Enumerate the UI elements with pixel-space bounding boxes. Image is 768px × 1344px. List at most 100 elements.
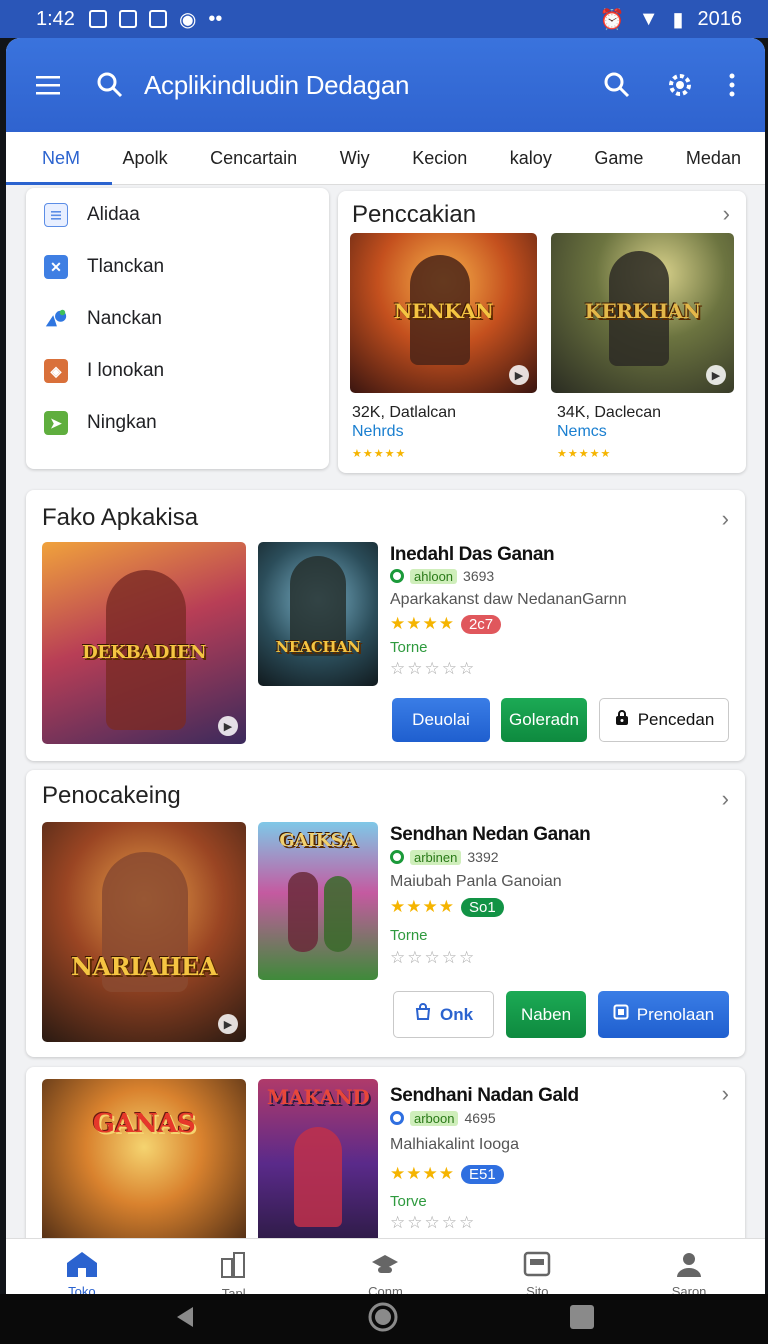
category-tabs: NeM Apolk Cencartain Wiy Kecion kaloy Ga…	[6, 132, 765, 185]
featured-game-card[interactable]: NENKAN ▶ 32K, Datlalcan Nehrds ★★★★★	[338, 231, 542, 473]
tab-kecion[interactable]: Kecion	[410, 132, 469, 185]
game-meta: 32K, Datlalcan	[352, 404, 457, 421]
app-description: Aparkakanst daw NedananGarnn	[390, 591, 627, 608]
download-button[interactable]: Deuolai	[392, 698, 490, 742]
rating-stars: ★★★★	[390, 1164, 455, 1183]
game-logo: NENKAN	[393, 299, 494, 323]
nav-item-toko[interactable]: Toko	[22, 1251, 142, 1294]
back-icon[interactable]	[173, 1305, 197, 1334]
nav-label: Tapl	[221, 1286, 246, 1294]
tab-cencartain[interactable]: Cencartain	[208, 132, 299, 185]
app-name[interactable]: Sendhani Nadan Gald	[390, 1085, 579, 1107]
tab-kaloy[interactable]: kaloy	[508, 132, 554, 185]
game-logo: NEACHAN	[275, 638, 361, 656]
button-label: Onk	[439, 1004, 474, 1024]
person-icon	[675, 1251, 703, 1280]
nav-item-tapl[interactable]: Tapl	[174, 1251, 294, 1294]
game-thumbnail[interactable]: NEACHAN	[258, 542, 378, 686]
empty-rating-stars[interactable]: ☆☆☆☆☆	[390, 1213, 476, 1233]
alarm-icon: ⏰	[599, 8, 625, 31]
settings-gear-icon[interactable]	[665, 70, 695, 100]
app-description: Maiubah Panla Ganoian	[390, 873, 562, 890]
section-title: Penocakeing	[42, 782, 181, 809]
tab-wiy[interactable]: Wiy	[338, 132, 372, 185]
rating-row: ★★★★ E51	[390, 1164, 504, 1184]
onk-button[interactable]: Onk	[393, 991, 494, 1038]
pencedan-button[interactable]: Pencedan	[599, 698, 729, 742]
wifi-icon: ▼	[638, 7, 659, 30]
rating-chip: 2c7	[460, 614, 502, 634]
play-badge-icon: ▶	[509, 365, 529, 385]
menu-item-label: Nanckan	[87, 308, 162, 329]
bag-icon	[414, 1003, 432, 1026]
naben-button[interactable]: Naben	[506, 991, 586, 1038]
rating-chip: So1	[460, 897, 504, 917]
download-count: 4695	[464, 1110, 496, 1126]
chevron-right-icon[interactable]: ›	[722, 506, 729, 532]
nav-label: Sito	[526, 1284, 549, 1294]
app-description: Malhiakalint Iooga	[390, 1136, 519, 1153]
square-icon	[613, 1004, 629, 1025]
app-section-card: Fako Apkakisa › DEKBADIEN ▶ NEACHAN Ined…	[26, 490, 745, 761]
section-title: Fako Apkakisa	[42, 504, 199, 531]
menu-item-ilonokan[interactable]: ◈ I lonokan	[26, 345, 329, 397]
hamburger-menu-icon[interactable]	[36, 75, 60, 95]
button-label: Prenolaan	[636, 1004, 715, 1024]
play-icon: ➤	[44, 411, 68, 435]
game-subtitle: Nehrds	[352, 423, 404, 440]
prenolaan-button[interactable]: Prenolaan	[598, 991, 729, 1038]
game-logo: MAKAND	[266, 1085, 370, 1109]
recents-square-icon[interactable]	[569, 1304, 595, 1335]
game-thumbnail[interactable]: GAIKSA	[258, 822, 378, 980]
play-badge-icon: ▶	[706, 365, 726, 385]
game-logo: NARIAHEA	[71, 952, 217, 981]
nav-item-conm[interactable]: Conm	[325, 1251, 445, 1294]
status-year: 2016	[697, 7, 743, 30]
home-circle-icon[interactable]	[367, 1301, 399, 1338]
globe-icon: ◉	[178, 8, 197, 31]
rating-row: ★★★★ So1	[390, 897, 504, 917]
search-icon[interactable]	[603, 71, 631, 99]
tab-game[interactable]: Game	[592, 132, 645, 185]
more-dots-icon: ••	[208, 7, 223, 30]
nav-item-saron[interactable]: Saron	[629, 1251, 749, 1294]
menu-item-label: Alidaa	[87, 204, 140, 225]
menu-item-label: Ningkan	[87, 412, 157, 433]
battery-icon: ▮	[672, 8, 684, 31]
status-dot-icon	[390, 1111, 404, 1125]
menu-item-ningkan[interactable]: ➤ Ningkan	[26, 397, 329, 449]
overflow-menu-icon[interactable]	[729, 73, 735, 97]
button-label: Goleradn	[509, 710, 579, 729]
play-badge-icon: ▶	[218, 716, 238, 736]
game-thumbnail[interactable]: DEKBADIEN ▶	[42, 542, 246, 744]
game-thumbnail: NENKAN ▶	[350, 233, 537, 393]
chevron-right-icon[interactable]: ›	[722, 786, 729, 812]
chevron-right-icon[interactable]: ›	[722, 1081, 729, 1107]
genre-tag: Torne	[390, 639, 428, 656]
photo-icon	[118, 10, 137, 28]
chevron-right-icon[interactable]: ›	[723, 201, 730, 227]
menu-item-tlanckan[interactable]: ✕ Tlanckan	[26, 241, 329, 293]
menu-item-alidaa[interactable]: Alidaa	[26, 189, 329, 241]
tab-medan[interactable]: Medan	[684, 132, 743, 185]
game-thumbnail: KERKHAN ▶	[551, 233, 734, 393]
featured-game-card[interactable]: KERKHAN ▶ 34K, Daclecan Nemcs ★★★★★	[546, 231, 746, 473]
tab-nem[interactable]: NeM	[6, 132, 113, 185]
app-name[interactable]: Sendhan Nedan Ganan	[390, 824, 591, 846]
game-thumbnail[interactable]: GANAS	[42, 1079, 246, 1249]
game-thumbnail[interactable]: NARIAHEA ▶	[42, 822, 246, 1042]
inbox-icon	[523, 1251, 551, 1280]
search-icon[interactable]	[96, 71, 124, 99]
document-icon	[44, 203, 68, 227]
tab-apolk[interactable]: Apolk	[121, 132, 170, 185]
game-logo: KERKHAN	[584, 299, 701, 323]
menu-item-nanckan[interactable]: Nanckan	[26, 293, 329, 345]
empty-rating-stars[interactable]: ☆☆☆☆☆	[390, 948, 476, 968]
status-bar: 1:42 ◉ •• ⏰ ▼ ▮ 2016	[0, 0, 768, 38]
button-label: Deuolai	[412, 710, 470, 729]
game-thumbnail[interactable]: MAKAND	[258, 1079, 378, 1249]
install-button[interactable]: Goleradn	[501, 698, 587, 742]
app-name[interactable]: Inedahl Das Ganan	[390, 544, 555, 566]
empty-rating-stars[interactable]: ☆☆☆☆☆	[390, 659, 476, 679]
nav-item-sito[interactable]: Sito	[477, 1251, 597, 1294]
